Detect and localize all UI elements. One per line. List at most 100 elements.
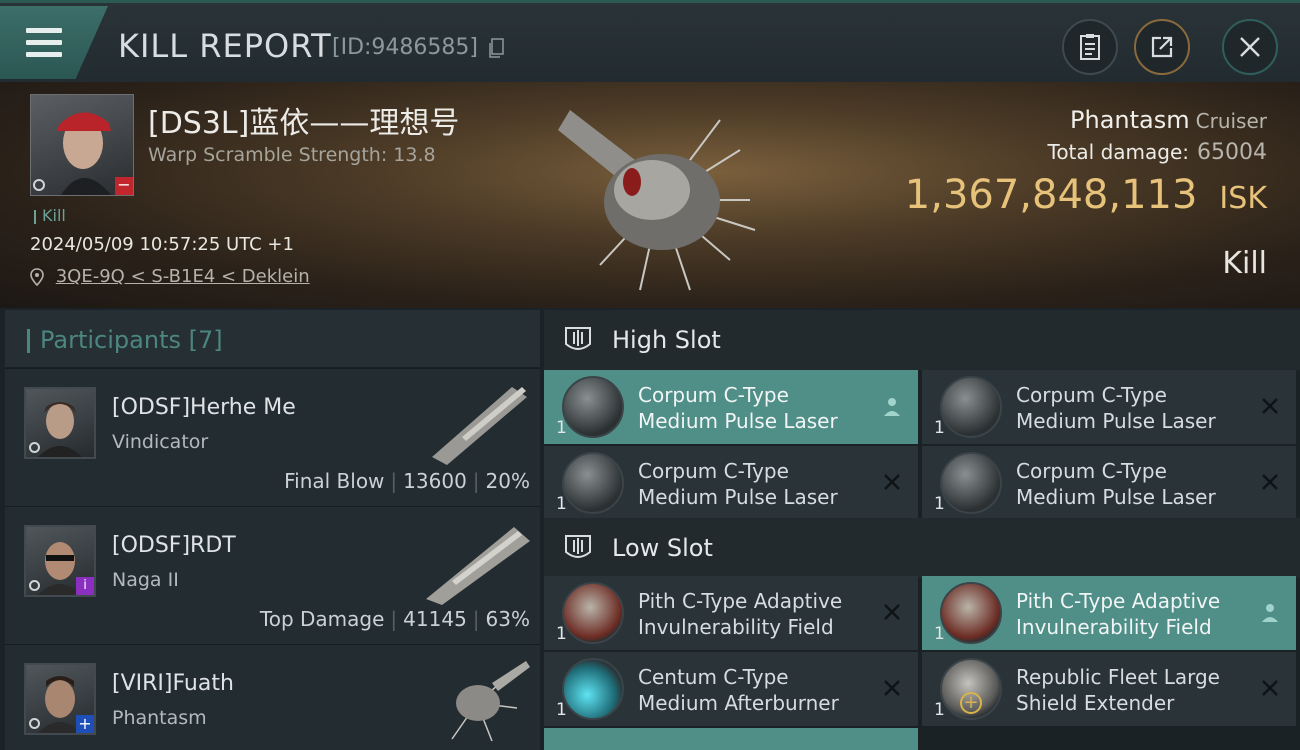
- destroyed-x-icon: [884, 474, 900, 490]
- module-name-line1: Republic Fleet Large: [1016, 665, 1220, 689]
- participant-ship: Phantasm: [112, 707, 207, 729]
- module-name: Republic Fleet Large Shield Extender: [1016, 664, 1266, 716]
- module-quantity: 1: [934, 494, 945, 514]
- participant-avatar[interactable]: [24, 387, 96, 459]
- isk-unit: ISK: [1219, 181, 1267, 216]
- kill-timestamp: 2024/05/09 10:57:25 UTC +1: [30, 234, 294, 255]
- dropped-person-icon: [884, 398, 900, 416]
- module-name-line2: Medium Pulse Laser: [1016, 485, 1216, 509]
- plus-badge-icon: +: [76, 715, 94, 733]
- victim-banner: − [DS3L]蓝依——理想号 Warp Scramble Strength: …: [0, 82, 1300, 308]
- module-name-line1: Pith C-Type Adaptive: [638, 589, 843, 613]
- kill-tag-label: Kill: [42, 206, 66, 225]
- participant-role: Final Blow: [284, 469, 385, 493]
- low-slot-header: Low Slot: [544, 518, 1300, 578]
- share-button[interactable]: [1134, 19, 1190, 75]
- participant-row[interactable]: + [VIRI]Fuath Phantasm: [5, 644, 540, 750]
- participant-row[interactable]: i [ODSF]RDT Naga II Top Damage | 41145 | 63%: [5, 506, 540, 644]
- participant-name[interactable]: [ODSF]RDT: [112, 533, 236, 558]
- participant-damage: 13600: [403, 469, 467, 493]
- close-icon: [1240, 37, 1260, 57]
- corp-badge-icon: [29, 580, 40, 591]
- fitting-panel: High Slot 1 Corpum C-Type Medium Pulse La…: [544, 310, 1300, 750]
- module-name-line2: Invulnerability Field: [638, 615, 834, 639]
- victim-portrait[interactable]: −: [30, 94, 134, 196]
- ship-class: Cruiser: [1195, 109, 1267, 133]
- hamburger-icon: [26, 28, 62, 64]
- pulse-laser-icon: [940, 376, 1002, 438]
- destroyed-x-icon: [1262, 398, 1278, 414]
- total-damage: Total damage: 65004: [1048, 140, 1268, 165]
- participant-name[interactable]: [VIRI]Fuath: [112, 671, 234, 696]
- module-item[interactable]: 1 Pith C-Type Adaptive Invulnerability Fi…: [922, 576, 1296, 650]
- isk-value: 1,367,848,113 ISK: [905, 172, 1267, 218]
- participant-avatar[interactable]: +: [24, 663, 96, 735]
- module-item-partial[interactable]: [544, 728, 918, 750]
- info-badge-icon: i: [76, 577, 94, 595]
- pulse-laser-icon: [562, 376, 624, 438]
- total-damage-label: Total damage:: [1047, 140, 1190, 164]
- module-name: Corpum C-Type Medium Pulse Laser: [1016, 382, 1266, 434]
- module-name-line2: Medium Pulse Laser: [638, 485, 838, 509]
- module-item[interactable]: 1 Pith C-Type Adaptive Invulnerability Fi…: [544, 576, 918, 650]
- participants-panel: Participants [7] [ODSF]Herhe Me Vindicat…: [5, 310, 540, 750]
- module-name-line1: Corpum C-Type: [638, 459, 789, 483]
- module-item[interactable]: 1 Centum C-Type Medium Afterburner: [544, 652, 918, 726]
- participant-avatar[interactable]: i: [24, 525, 96, 597]
- participant-stats: Final Blow | 13600 | 20%: [284, 469, 530, 493]
- destroyed-x-icon: [1262, 680, 1278, 696]
- victim-name[interactable]: [DS3L]蓝依——理想号: [148, 98, 459, 142]
- participant-damage: 41145: [403, 607, 467, 631]
- participants-count: [7]: [188, 326, 223, 354]
- menu-button[interactable]: [0, 6, 108, 79]
- kill-location[interactable]: 3QE-9Q < S-B1E4 < Deklein: [30, 266, 310, 287]
- module-name: Pith C-Type Adaptive Invulnerability Fiel…: [638, 588, 888, 640]
- participant-row[interactable]: [ODSF]Herhe Me Vindicator Final Blow | 136…: [5, 368, 540, 506]
- module-name-line2: Medium Afterburner: [638, 691, 839, 715]
- module-item[interactable]: 1 Corpum C-Type Medium Pulse Laser: [922, 446, 1296, 520]
- warp-scramble-strength: Warp Scramble Strength: 13.8: [148, 144, 436, 166]
- module-name: Corpum C-Type Medium Pulse Laser: [638, 458, 888, 510]
- afterburner-icon: [562, 658, 624, 720]
- report-id-text: [ID:9486585]: [332, 35, 478, 60]
- destroyed-x-icon: [1262, 474, 1278, 490]
- kill-result: Kill: [1222, 246, 1267, 281]
- shield-field-icon: [562, 582, 624, 644]
- module-item[interactable]: 1 Corpum C-Type Medium Pulse Laser: [922, 370, 1296, 444]
- shield-field-icon: [940, 582, 1002, 644]
- ship-type[interactable]: Phantasm Cruiser: [1070, 106, 1267, 134]
- report-id[interactable]: [ID:9486585]: [332, 35, 505, 60]
- participant-ship: Naga II: [112, 569, 179, 591]
- location-link[interactable]: 3QE-9Q < S-B1E4 < Deklein: [56, 266, 310, 287]
- high-slot-icon: [565, 327, 591, 350]
- participant-percent: 20%: [485, 469, 530, 493]
- module-name-line2: Invulnerability Field: [1016, 615, 1212, 639]
- module-quantity: 1: [556, 700, 567, 720]
- module-item[interactable]: + 1 Republic Fleet Large Shield Extender: [922, 652, 1296, 726]
- destroyed-x-icon: [884, 680, 900, 696]
- module-quantity: 1: [934, 624, 945, 644]
- module-quantity: 1: [934, 700, 945, 720]
- hostile-badge-icon: −: [115, 177, 133, 195]
- low-slot-icon: [565, 535, 591, 558]
- module-name: Corpum C-Type Medium Pulse Laser: [1016, 458, 1266, 510]
- module-name: Centum C-Type Medium Afterburner: [638, 664, 888, 716]
- participant-ship: Vindicator: [112, 431, 209, 453]
- page-title: KILL REPORT: [118, 27, 332, 65]
- participant-name[interactable]: [ODSF]Herhe Me: [112, 395, 296, 420]
- ship-name: Phantasm: [1070, 106, 1190, 134]
- module-name-line2: Shield Extender: [1016, 691, 1175, 715]
- module-name-line1: Centum C-Type: [638, 665, 789, 689]
- low-slot-label: Low Slot: [612, 534, 713, 562]
- pulse-laser-icon: [562, 452, 624, 514]
- module-name-line2: Medium Pulse Laser: [1016, 409, 1216, 433]
- clipboard-button[interactable]: [1062, 19, 1118, 75]
- module-item[interactable]: 1 Corpum C-Type Medium Pulse Laser: [544, 446, 918, 520]
- copy-icon[interactable]: [489, 38, 505, 58]
- participant-stats: Top Damage | 41145 | 63%: [259, 607, 530, 631]
- participant-ship-image: [451, 661, 530, 742]
- participant-percent: 63%: [485, 607, 530, 631]
- participants-title: Participants: [40, 326, 181, 354]
- close-button[interactable]: [1222, 19, 1278, 75]
- module-item[interactable]: 1 Corpum C-Type Medium Pulse Laser: [544, 370, 918, 444]
